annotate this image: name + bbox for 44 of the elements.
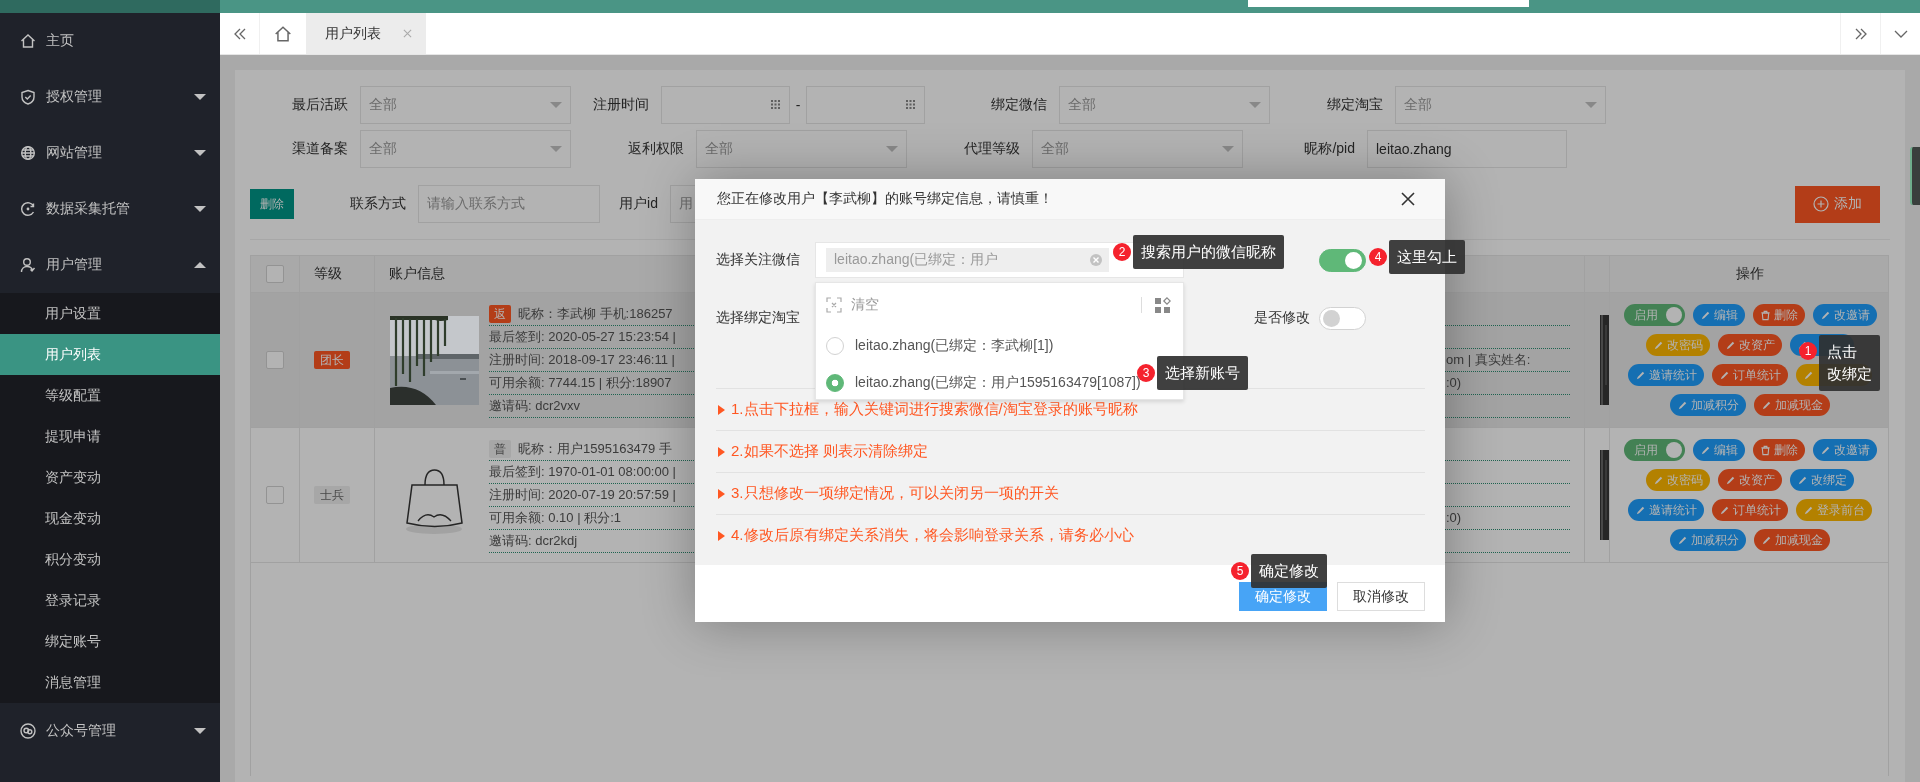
field-label: 用户id [618, 195, 658, 214]
level-label: 团长 [314, 351, 350, 370]
user-type-label: 普 [489, 439, 511, 458]
field-label: 选择绑定淘宝 [716, 309, 801, 327]
field-label: 联系方式 [349, 195, 406, 214]
field-label: 最后活跃 [291, 96, 348, 115]
info-text: 邀请码: dcr2kdj [489, 531, 578, 550]
tip-text: 2.如果不选择 则表示清除绑定 [731, 442, 928, 461]
range-separator: - [794, 97, 802, 114]
field-label: 注册时间 [592, 96, 649, 115]
info-text: :0) [1446, 373, 1463, 392]
column-header: 等级 [314, 265, 342, 284]
field-label: 是否修改 [1254, 309, 1310, 327]
level-label: 士兵 [314, 486, 350, 505]
dialog-title: 您正在修改用户【李武柳】的账号绑定信息，请慎重！ [717, 190, 1053, 208]
field-label: 绑定淘宝 [1326, 96, 1383, 115]
tooltip: 选择新账号 [1157, 356, 1248, 390]
tooltip: 搜索用户的微信昵称 [1133, 235, 1284, 269]
field-label: 绑定微信 [990, 96, 1047, 115]
tooltip: 确定修改 [1251, 554, 1327, 588]
info-text: 邀请码: dcr2vxv [489, 396, 580, 415]
user-type-label: 返 [489, 304, 511, 323]
field-label: 选择关注微信 [716, 251, 801, 269]
tip-text: 4.修改后原有绑定关系消失，将会影响登录关系，请务必小心 [731, 526, 1134, 545]
info-text: 可用余额: 7744.15 | 积分:18907 [489, 373, 672, 392]
info-text: 注册时间: 2018-09-17 23:46:11 | [489, 350, 675, 369]
field-label: 昵称/pid [1303, 140, 1355, 159]
info-text: 昵称：用户1595163479 手 [518, 439, 672, 458]
field-label: 渠道备案 [291, 140, 348, 159]
info-text: 最后签到: 1970-01-01 08:00:00 | [489, 462, 676, 481]
field-label: 返利权限 [627, 140, 684, 159]
info-text: 注册时间: 2020-07-19 20:57:59 | [489, 485, 676, 504]
info-text: :0) [1446, 508, 1463, 527]
info-text: om | 真实姓名: [1446, 350, 1532, 369]
tip-text: 1.点击下拉框，输入关键词进行搜索微信/淘宝登录的账号昵称 [731, 400, 1138, 419]
column-header: 账户信息 [389, 265, 445, 284]
tooltip: 点击 改绑定 [1819, 335, 1880, 391]
info-text: 昵称：李武柳 手机:186257 [518, 304, 673, 323]
tooltip: 这里勾上 [1389, 240, 1465, 274]
tip-text: 3.只想修改一项绑定情况，可以关闭另一项的开关 [731, 484, 1059, 503]
field-label: 代理等级 [963, 140, 1020, 159]
info-text: 可用余额: 0.10 | 积分:1 [489, 508, 621, 527]
info-text: 最后签到: 2020-05-27 15:23:54 | [489, 327, 676, 346]
column-header: 操作 [1736, 265, 1764, 284]
